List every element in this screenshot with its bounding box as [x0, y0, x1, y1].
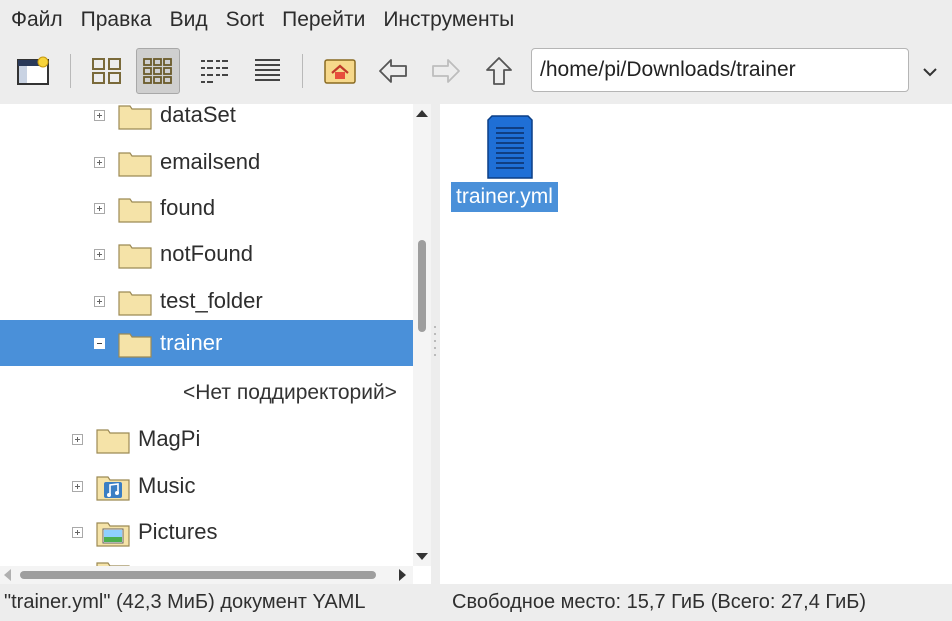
tree-item-label: test_folder: [160, 288, 263, 313]
tree-item-label: Pictures: [138, 519, 218, 544]
expand-icon[interactable]: [94, 249, 105, 260]
tree-item-found[interactable]: found: [0, 185, 413, 231]
path-input[interactable]: /home/pi/Downloads/trainer: [531, 48, 909, 92]
tree-item-placeholder: <Нет поддиректорий>: [0, 370, 413, 416]
expand-icon[interactable]: [72, 434, 83, 445]
chevron-down-icon: [923, 68, 937, 77]
expand-icon[interactable]: [94, 157, 105, 168]
folder-icon: [118, 198, 152, 223]
scroll-left-arrow-icon[interactable]: [4, 569, 11, 581]
text-document-icon: [487, 115, 533, 179]
tree-item-pictures[interactable]: Pictures: [0, 509, 413, 555]
folder-icon: [118, 152, 152, 177]
tree-item-label: emailsend: [160, 149, 261, 174]
folder-icon: [118, 244, 152, 269]
up-arrow-icon: [486, 57, 512, 85]
pane-splitter[interactable]: [431, 104, 440, 584]
tree-item-magpi[interactable]: MagPi: [0, 416, 413, 462]
home-icon: [324, 59, 356, 84]
scroll-up-arrow-icon[interactable]: [416, 110, 428, 117]
expand-icon[interactable]: [72, 527, 83, 538]
folder-icon: [118, 291, 152, 316]
directory-tree[interactable]: dataSet emailsend found notFound test_fo…: [0, 104, 431, 584]
collapse-icon[interactable]: [94, 338, 105, 349]
menu-tools[interactable]: Инструменты: [374, 0, 523, 40]
tree-item-trainer[interactable]: trainer: [0, 320, 413, 366]
expand-icon[interactable]: [94, 296, 105, 307]
menu-view[interactable]: Вид: [161, 0, 217, 40]
pictures-folder-icon: [96, 522, 130, 547]
expand-icon[interactable]: [94, 110, 105, 121]
new-window-button[interactable]: [12, 48, 56, 94]
new-window-icon: [17, 56, 49, 85]
file-item-trainer-yml[interactable]: trainer.yml: [451, 112, 575, 212]
forward-button[interactable]: [424, 48, 468, 94]
icon-view-icon: [92, 58, 121, 84]
status-bar: "trainer.yml" (42,3 МиБ) документ YAML С…: [0, 584, 952, 621]
compact-view-icon: [201, 60, 228, 83]
compact-view-button[interactable]: [192, 48, 236, 94]
folder-icon: [118, 105, 152, 130]
home-button[interactable]: [318, 48, 362, 94]
forward-arrow-icon: [432, 59, 460, 83]
folder-icon: [118, 333, 152, 358]
menu-go[interactable]: Перейти: [273, 0, 374, 40]
tree-item-test-folder[interactable]: test_folder: [0, 278, 413, 324]
scroll-down-arrow-icon[interactable]: [416, 553, 428, 560]
expand-icon[interactable]: [94, 203, 105, 214]
splitter-grip: [434, 340, 436, 342]
file-view[interactable]: trainer.yml: [440, 104, 952, 584]
menu-file[interactable]: Файл: [0, 0, 72, 40]
tree-vertical-scrollbar[interactable]: [413, 104, 431, 566]
toolbar-separator: [302, 54, 303, 88]
free-space-info: Свободное место: 15,7 ГиБ (Всего: 27,4 Г…: [452, 591, 867, 613]
tree-item-music[interactable]: Music: [0, 463, 413, 509]
menu-edit[interactable]: Правка: [72, 0, 161, 40]
tree-item-label: notFound: [160, 241, 253, 266]
thumbnail-view-button[interactable]: [136, 48, 180, 94]
back-button[interactable]: [371, 48, 415, 94]
tree-item-label: found: [160, 195, 216, 220]
scroll-right-arrow-icon[interactable]: [399, 569, 406, 581]
tree-item-label: trainer: [160, 330, 223, 355]
splitter-grip: [434, 333, 436, 335]
splitter-grip: [434, 326, 436, 328]
path-history-dropdown[interactable]: [916, 58, 944, 86]
file-name-label: trainer.yml: [451, 182, 558, 212]
tree-item-label: Music: [138, 473, 196, 498]
icon-view-button[interactable]: [85, 48, 129, 94]
menu-sort[interactable]: Sort: [217, 0, 274, 40]
up-button[interactable]: [477, 48, 521, 94]
detailed-list-view-button[interactable]: [245, 48, 289, 94]
tree-item-label: dataSet: [160, 104, 236, 127]
selection-info: "trainer.yml" (42,3 МиБ) документ YAML: [4, 591, 366, 613]
no-subdirectories-label: <Нет поддиректорий>: [183, 381, 397, 404]
tree-item-dataset[interactable]: dataSet: [0, 104, 413, 138]
menu-bar: Файл Правка Вид Sort Перейти Инструменты: [0, 0, 952, 40]
music-folder-icon: [96, 476, 130, 501]
tree-item-emailsend[interactable]: emailsend: [0, 139, 413, 185]
horizontal-scroll-thumb[interactable]: [20, 571, 376, 579]
expand-icon[interactable]: [72, 481, 83, 492]
vertical-scroll-thumb[interactable]: [418, 240, 426, 332]
detailed-list-view-icon: [255, 59, 280, 81]
tree-horizontal-scrollbar[interactable]: [0, 566, 413, 584]
back-arrow-icon: [379, 59, 407, 83]
thumbnail-view-icon: [143, 58, 172, 84]
toolbar-separator: [70, 54, 71, 88]
tree-item-label: MagPi: [138, 426, 201, 451]
splitter-grip: [434, 354, 436, 356]
folder-icon: [96, 429, 130, 454]
splitter-grip: [434, 347, 436, 349]
toolbar: /home/pi/Downloads/trainer: [0, 40, 952, 104]
tree-item-notfound[interactable]: notFound: [0, 231, 413, 277]
